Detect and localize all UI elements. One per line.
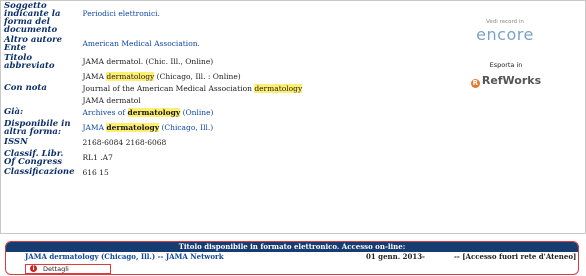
info-icon: i — [30, 265, 37, 272]
record-row-subject-form: Soggetto indicante la forma del document… — [2, 1, 432, 35]
access-note: -- [Accesso fuori rete d'Ateneo] — [454, 252, 577, 261]
other-form-value: JAMA dermatology (Chicago, Ill.) — [76, 119, 432, 137]
search-highlight: dermatology — [106, 123, 160, 132]
refworks-link[interactable]: Esporta in R RefWorks — [464, 61, 548, 88]
label-issn: ISSN — [4, 137, 28, 147]
search-highlight: dermatology — [127, 108, 181, 117]
encore-logo: encore — [476, 25, 534, 44]
record-row-note-2: JAMA dermatol — [2, 95, 432, 107]
lc-class-value: RL1 .A7 — [82, 153, 113, 162]
title-variant-value: JAMA dermatology (Chicago, Ill. : Online… — [76, 71, 432, 83]
search-highlight: dermatology — [254, 84, 303, 93]
record-row-issn: ISSN 2168-6084 2168-6068 — [2, 137, 432, 149]
encore-link[interactable]: Vedi record in encore — [466, 19, 544, 43]
formerly-suffix: (Online) — [180, 108, 214, 117]
issn-value: 2168-6084 2168-6068 — [82, 138, 167, 147]
export-side-panel: Vedi record in encore Esporta in R RefWor… — [434, 2, 582, 227]
bibliographic-record-table: Soggetto indicante la forma del document… — [2, 1, 432, 179]
label-abbrev-title: Titolo abbreviato — [4, 53, 55, 71]
title-variant-prefix: JAMA — [82, 72, 107, 81]
coverage-date: 01 genn. 2013- — [366, 252, 425, 261]
formerly-link[interactable]: Archives of dermatology (Online) — [82, 108, 213, 117]
online-access-row: JAMA dermatology (Chicago, Ill.) -- JAMA… — [6, 252, 578, 262]
label-classification: Classificazione — [4, 167, 75, 177]
record-row-title-variant: JAMA dermatology (Chicago, Ill. : Online… — [2, 71, 432, 83]
label-other-author: Altro autore Ente — [4, 35, 63, 53]
record-row-other-author: Altro autore Ente American Medical Assoc… — [2, 35, 432, 53]
abbrev-title-value: JAMA dermatol. (Chic. Ill., Online) — [82, 57, 214, 66]
jama-network-link[interactable]: JAMA dermatology (Chicago, Ill.) -- JAMA… — [25, 252, 224, 262]
note-2-value: JAMA dermatol — [82, 96, 141, 105]
note-value: Journal of the American Medical Associat… — [76, 83, 432, 95]
record-row-other-form: Disponibile in altra forma: JAMA dermato… — [2, 119, 432, 137]
label-subject-form: Soggetto indicante la forma del document… — [4, 1, 61, 35]
formerly-value: Archives of dermatology (Online) — [76, 107, 432, 119]
record-row-note: Con nota Journal of the American Medical… — [2, 83, 432, 95]
label-other-form: Disponibile in altra forma: — [4, 119, 71, 137]
details-button[interactable]: i Dettagli — [25, 264, 111, 274]
record-row-abbrev-title: Titolo abbreviato JAMA dermatol. (Chic. … — [2, 53, 432, 71]
classification-value: 616 15 — [82, 168, 109, 177]
online-access-box: Titolo disponibile in formato elettronic… — [5, 241, 579, 275]
other-form-suffix: (Chicago, Ill.) — [159, 123, 214, 132]
other-form-link[interactable]: JAMA dermatology (Chicago, Ill.) — [82, 123, 213, 132]
label-empty-1 — [2, 71, 76, 83]
refworks-icon: R — [470, 79, 480, 88]
label-empty-2 — [2, 95, 76, 107]
label-lc-class: Classif. Libr. Of Congress — [4, 149, 64, 167]
search-highlight: dermatology — [106, 72, 155, 81]
refworks-caption: Esporta in — [489, 61, 523, 69]
label-formerly: Già: — [4, 107, 24, 117]
formerly-prefix: Archives of — [82, 108, 128, 117]
refworks-logo: RefWorks — [481, 74, 542, 87]
note-prefix: Journal of the American Medical Associat… — [82, 84, 255, 93]
subject-form-link[interactable]: Periodici elettronici. — [82, 9, 159, 18]
title-variant-suffix: (Chicago, Ill. : Online) — [154, 72, 241, 81]
record-row-classification: Classificazione 616 15 — [2, 167, 432, 179]
other-author-link[interactable]: American Medical Association. — [82, 39, 199, 48]
online-access-header: Titolo disponibile in formato elettronic… — [6, 242, 578, 252]
record-row-formerly: Già: Archives of dermatology (Online) — [2, 107, 432, 119]
record-row-lc-class: Classif. Libr. Of Congress RL1 .A7 — [2, 149, 432, 167]
other-form-prefix: JAMA — [82, 123, 107, 132]
label-note: Con nota — [4, 83, 47, 93]
details-button-label: Dettagli — [43, 265, 69, 273]
